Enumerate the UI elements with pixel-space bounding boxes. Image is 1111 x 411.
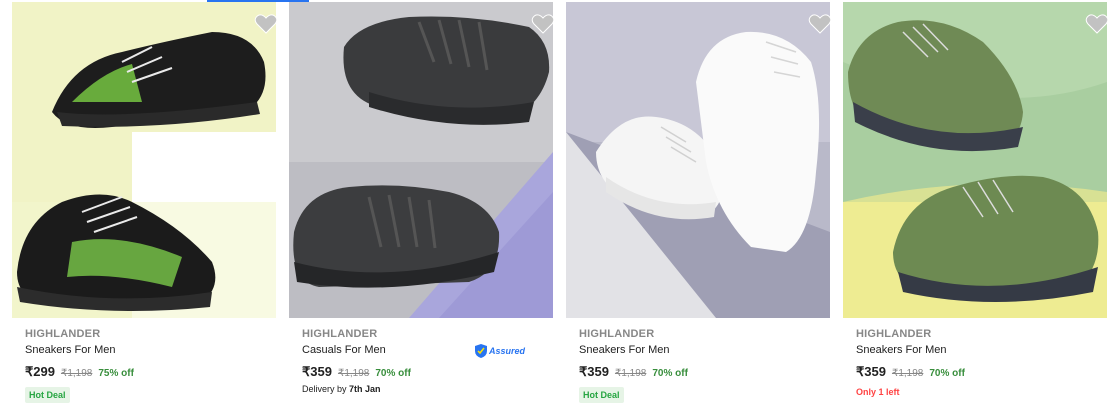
discount-percent: 75% off [98,368,134,379]
assured-badge: Assured [475,344,525,358]
delivery-date: 7th Jan [349,384,381,394]
product-title[interactable]: Sneakers For Men [25,344,115,356]
product-card[interactable]: HIGHLANDER Sneakers For Men ₹299 ₹1,198 75… [12,0,288,411]
product-brand: HIGHLANDER [856,328,932,340]
price-row: ₹359 ₹1,198 70% off [302,364,411,380]
product-brand: HIGHLANDER [25,328,101,340]
heart-icon[interactable] [531,12,555,36]
selling-price: ₹299 [25,364,55,379]
original-price: ₹1,198 [60,368,93,379]
stock-alert: Only 1 left [856,387,900,397]
product-brand: HIGHLANDER [579,328,655,340]
heart-icon[interactable] [808,12,832,36]
product-title[interactable]: Sneakers For Men [856,344,946,356]
discount-percent: 70% off [375,368,411,379]
selling-price: ₹359 [856,364,886,379]
selling-price: ₹359 [302,364,332,379]
original-price: ₹1,198 [337,368,370,379]
hot-deal-badge: Hot Deal [579,387,624,403]
product-title[interactable]: Casuals For Men [302,344,386,356]
hot-deal-badge: Hot Deal [25,387,70,403]
heart-icon[interactable] [1085,12,1109,36]
product-image[interactable] [289,2,553,318]
delivery-info: Delivery by 7th Jan [302,384,381,394]
price-row: ₹359 ₹1,198 70% off [579,364,688,380]
heart-icon[interactable] [254,12,278,36]
product-image[interactable] [843,2,1107,318]
product-title[interactable]: Sneakers For Men [579,344,669,356]
product-image[interactable] [566,2,830,318]
price-row: ₹299 ₹1,198 75% off [25,364,134,380]
product-card[interactable]: HIGHLANDER Sneakers For Men ₹359 ₹1,198 70… [843,0,1111,411]
original-price: ₹1,198 [614,368,647,379]
delivery-prefix: Delivery by [302,384,350,394]
assured-label: Assured [489,346,526,356]
product-brand: HIGHLANDER [302,328,378,340]
product-card[interactable]: HIGHLANDER Sneakers For Men ₹359 ₹1,198 70… [566,0,842,411]
original-price: ₹1,198 [891,368,924,379]
selling-price: ₹359 [579,364,609,379]
product-card[interactable]: HIGHLANDER Casuals For Men Assured ₹359 ₹… [289,0,565,411]
shield-icon [475,344,487,358]
discount-percent: 70% off [929,368,965,379]
price-row: ₹359 ₹1,198 70% off [856,364,965,380]
product-image[interactable] [12,2,276,318]
discount-percent: 70% off [652,368,688,379]
